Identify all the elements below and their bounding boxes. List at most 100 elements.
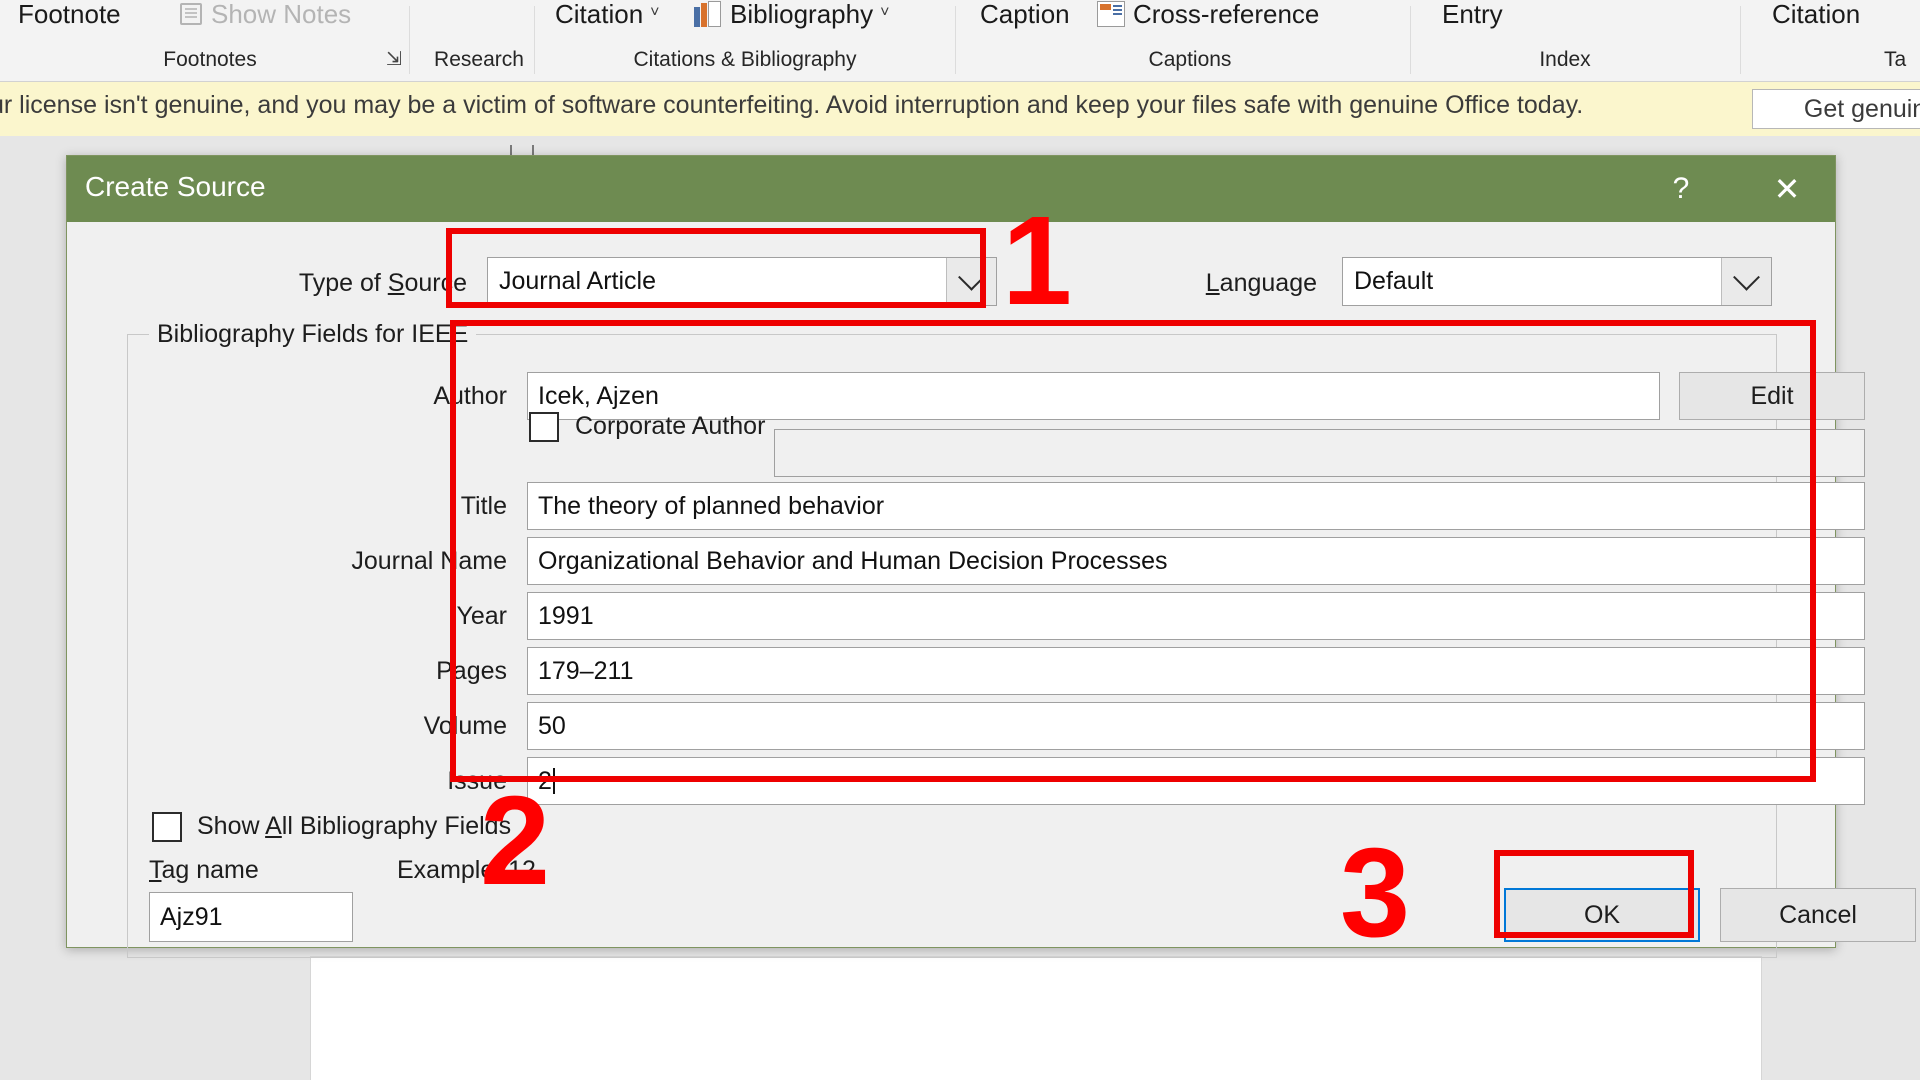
author-value: Icek, Ajzen bbox=[538, 382, 659, 411]
ribbon-command-cross-reference[interactable]: Cross-reference bbox=[1097, 0, 1319, 36]
tag-name-label-post: ag name bbox=[162, 856, 259, 884]
help-icon[interactable]: ? bbox=[1653, 166, 1709, 212]
language-select[interactable]: Default bbox=[1342, 257, 1772, 306]
language-label-post: anguage bbox=[1220, 269, 1317, 297]
ribbon-command-footnote[interactable]: Footnote bbox=[18, 0, 121, 36]
ribbon-group-citations-label: Citations & Bibliography bbox=[550, 48, 940, 72]
ribbon-separator-4 bbox=[1410, 6, 1411, 74]
dialog-title: Create Source bbox=[85, 171, 266, 203]
ribbon-separator-2 bbox=[534, 6, 535, 74]
cross-reference-label: Cross-reference bbox=[1133, 0, 1319, 30]
ribbon-separator-3 bbox=[955, 6, 956, 74]
close-icon[interactable]: ✕ bbox=[1759, 166, 1815, 212]
journal-name-value: Organizational Behavior and Human Decisi… bbox=[538, 547, 1168, 576]
ribbon-command-insert-caption[interactable]: Caption bbox=[980, 0, 1070, 36]
chevron-down-icon bbox=[958, 264, 985, 291]
ribbon-group-index-label: Index bbox=[1490, 48, 1640, 72]
bibliography-icon bbox=[694, 1, 722, 27]
title-input[interactable]: The theory of planned behavior bbox=[527, 482, 1865, 530]
year-input[interactable]: 1991 bbox=[527, 592, 1865, 640]
license-notice-banner: ur license isn't genuine, and you may be… bbox=[0, 82, 1920, 137]
corporate-author-label: Corporate Author bbox=[575, 412, 765, 441]
journal-name-label: Journal Name bbox=[227, 547, 507, 576]
type-of-source-label-post: ource bbox=[404, 269, 467, 297]
pages-label: Pages bbox=[267, 657, 507, 686]
show-all-label-post: ll Bibliography Fields bbox=[282, 812, 511, 840]
citation-label: Citation bbox=[555, 0, 643, 30]
footnotes-dialog-launcher-icon[interactable]: ⇲ bbox=[386, 48, 402, 71]
show-all-label-pre: Show bbox=[197, 812, 265, 840]
show-all-bibliography-fields-checkbox[interactable] bbox=[152, 812, 182, 842]
author-edit-button[interactable]: Edit bbox=[1679, 372, 1865, 420]
title-value: The theory of planned behavior bbox=[538, 492, 884, 521]
tag-name-label-key: T bbox=[149, 856, 162, 884]
ribbon-command-show-notes[interactable]: Show Notes bbox=[180, 0, 351, 36]
type-of-source-label: Type of Source bbox=[127, 269, 467, 298]
bibliography-fields-groupbox bbox=[127, 334, 1777, 958]
word-ribbon-references-tab: Footnote Show Notes ⇲ Citation ˅ Bibliog… bbox=[0, 0, 1920, 82]
ribbon-group-captions-label: Captions bbox=[1075, 48, 1305, 72]
chevron-down-icon bbox=[1733, 264, 1760, 291]
type-of-source-select[interactable]: Journal Article bbox=[487, 257, 997, 306]
ribbon-command-mark-entry[interactable]: Entry bbox=[1442, 0, 1503, 36]
type-of-source-value: Journal Article bbox=[488, 267, 946, 296]
footnote-label: Footnote bbox=[18, 0, 121, 30]
citation-right-label: Citation bbox=[1772, 0, 1860, 30]
year-value: 1991 bbox=[538, 602, 594, 631]
tag-name-input[interactable]: Ajz91 bbox=[149, 892, 353, 942]
license-notice-text: ur license isn't genuine, and you may be… bbox=[0, 91, 1583, 120]
text-cursor bbox=[553, 768, 555, 794]
type-of-source-label-key: S bbox=[388, 269, 405, 297]
create-source-dialog: Create Source ? ✕ Type of Source Journal… bbox=[66, 155, 1836, 948]
ribbon-command-insert-citation[interactable]: Citation ˅ bbox=[555, 0, 660, 36]
year-label: Year bbox=[267, 602, 507, 631]
bibliography-label: Bibliography bbox=[730, 0, 873, 30]
ribbon-group-table-label: Ta bbox=[1884, 48, 1920, 72]
tag-name-label: Tag name bbox=[149, 856, 349, 885]
ribbon-command-mark-citation[interactable]: Citation bbox=[1772, 0, 1860, 36]
caption-label: Caption bbox=[980, 0, 1070, 30]
pages-value: 179–211 bbox=[538, 657, 633, 686]
journal-name-input[interactable]: Organizational Behavior and Human Decisi… bbox=[527, 537, 1865, 585]
cancel-button[interactable]: Cancel bbox=[1720, 888, 1916, 942]
ribbon-group-footnotes-label: Footnotes bbox=[120, 48, 300, 72]
ribbon-separator-1 bbox=[409, 6, 410, 74]
language-label: Language bbox=[1117, 269, 1317, 298]
tag-name-value: Ajz91 bbox=[160, 903, 223, 932]
title-label: Title bbox=[267, 492, 507, 521]
ok-button[interactable]: OK bbox=[1504, 888, 1700, 942]
get-genuine-office-button[interactable]: Get genuine bbox=[1752, 89, 1920, 129]
notes-icon bbox=[180, 3, 202, 25]
issue-label: Issue bbox=[267, 767, 507, 796]
show-all-bibliography-fields-label: Show All Bibliography Fields bbox=[197, 812, 511, 841]
language-value: Default bbox=[1343, 267, 1721, 296]
annotation-step-1: 1 bbox=[1002, 198, 1072, 324]
screenshot-root: Footnote Show Notes ⇲ Citation ˅ Bibliog… bbox=[0, 0, 1920, 1080]
author-label: Author bbox=[267, 382, 507, 411]
entry-label: Entry bbox=[1442, 0, 1503, 30]
volume-label: Volume bbox=[257, 712, 507, 741]
ribbon-group-research-label: Research bbox=[424, 48, 534, 72]
pages-input[interactable]: 179–211 bbox=[527, 647, 1865, 695]
type-of-source-dropdown-arrow[interactable] bbox=[946, 258, 996, 305]
issue-input[interactable]: 2 bbox=[527, 757, 1865, 805]
show-all-label-key: A bbox=[265, 812, 282, 840]
volume-value: 50 bbox=[538, 712, 566, 741]
bibliography-fields-groupbox-title: Bibliography Fields for IEEE bbox=[149, 320, 476, 349]
language-label-key: L bbox=[1206, 269, 1220, 297]
type-of-source-label-pre: Type of bbox=[299, 269, 388, 297]
cross-reference-icon bbox=[1097, 1, 1125, 27]
chevron-down-icon: ˅ bbox=[650, 4, 659, 22]
annotation-step-2: 2 bbox=[480, 778, 550, 904]
chevron-down-icon: ˅ bbox=[880, 4, 889, 22]
volume-input[interactable]: 50 bbox=[527, 702, 1865, 750]
corporate-author-input[interactable] bbox=[774, 429, 1865, 477]
document-page bbox=[310, 956, 1762, 1080]
ribbon-command-bibliography[interactable]: Bibliography ˅ bbox=[694, 0, 889, 36]
dialog-body: Type of Source Journal Article Language … bbox=[67, 222, 1835, 949]
show-notes-label: Show Notes bbox=[211, 0, 351, 30]
language-dropdown-arrow[interactable] bbox=[1721, 258, 1771, 305]
annotation-step-3: 3 bbox=[1340, 830, 1410, 956]
dialog-title-bar: Create Source ? ✕ bbox=[67, 156, 1835, 222]
corporate-author-checkbox[interactable] bbox=[529, 412, 559, 442]
